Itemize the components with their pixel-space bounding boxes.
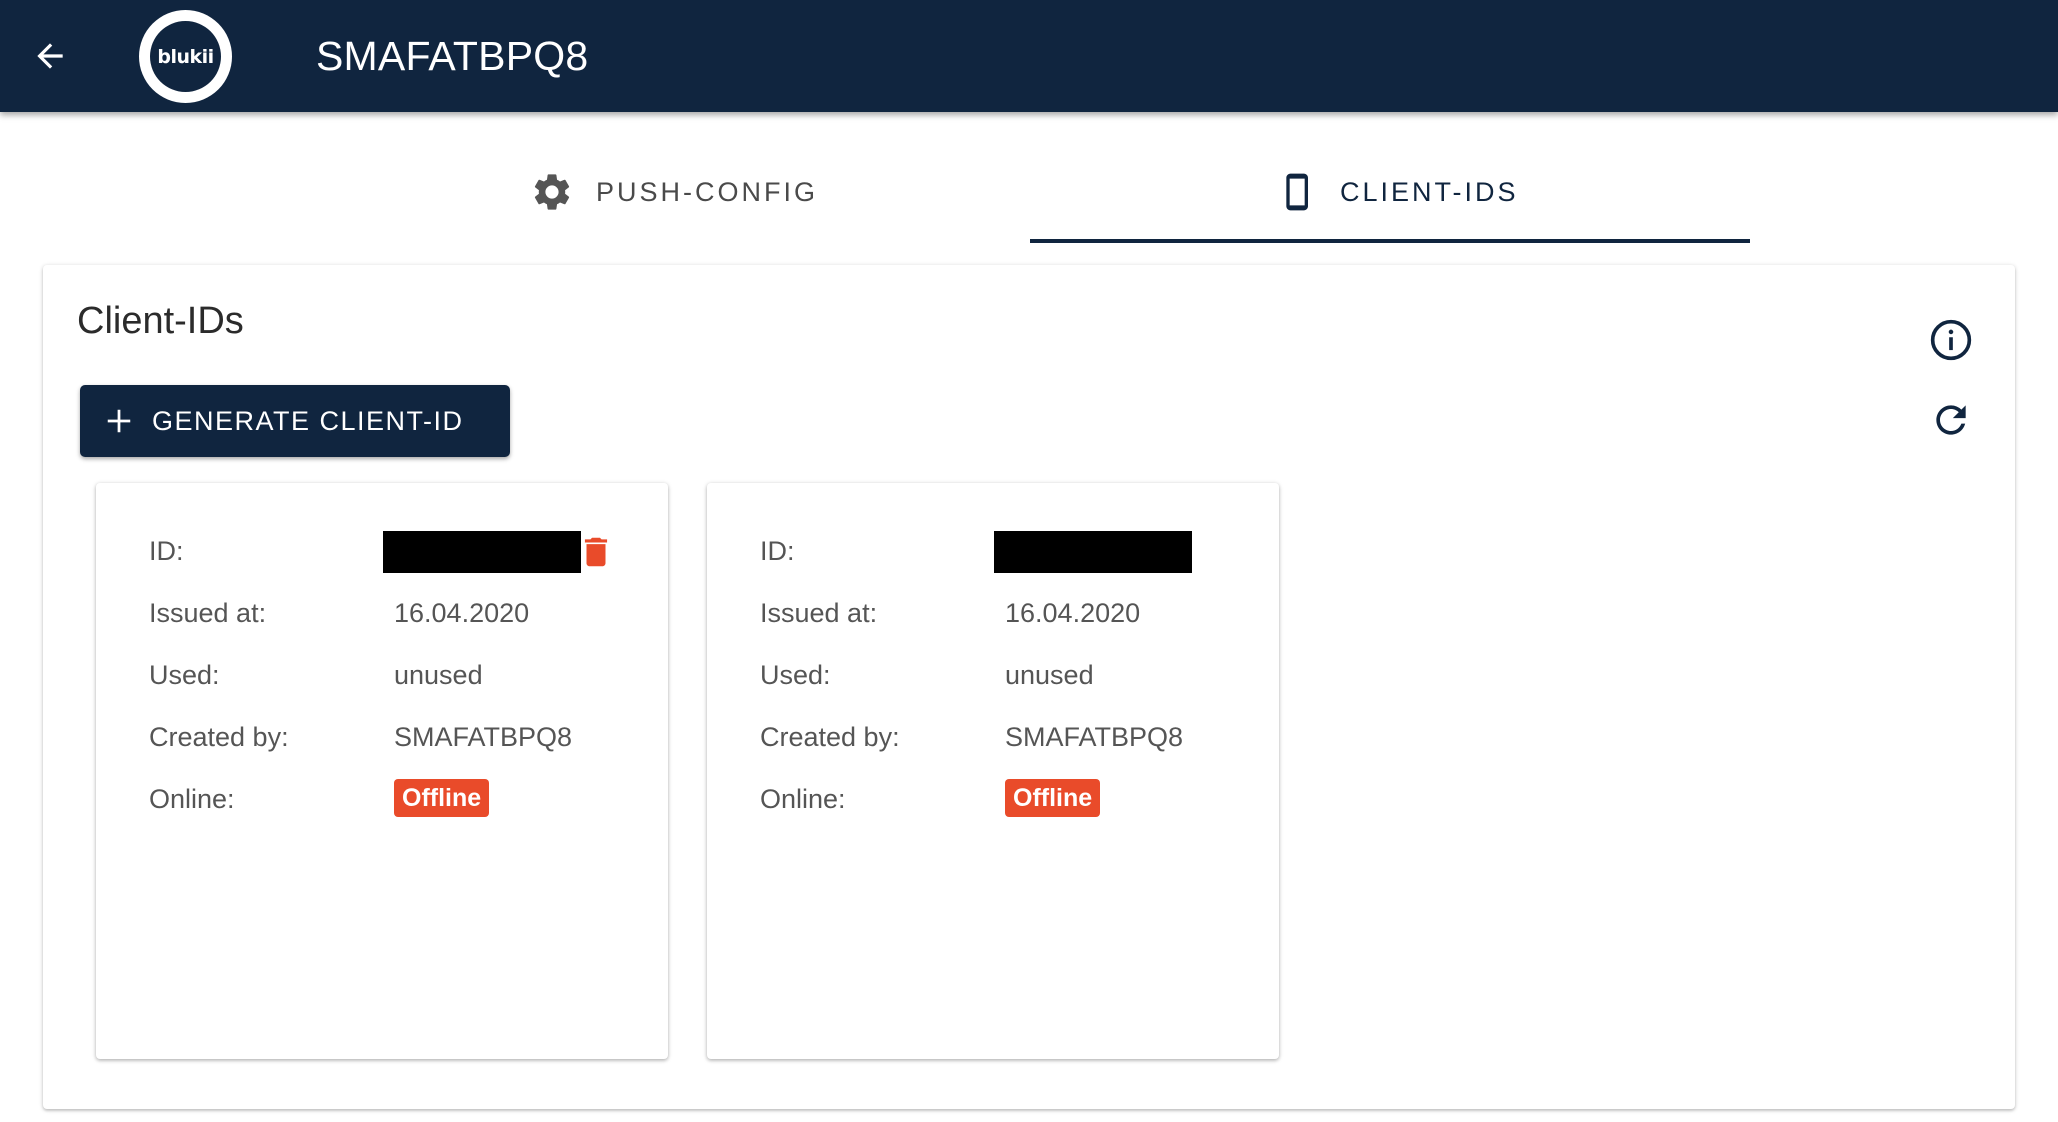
used-label: Used: — [760, 660, 831, 690]
active-tab-indicator — [1030, 239, 1750, 243]
used-label: Used: — [149, 660, 220, 690]
created-by-row: Created by: SMAFATBPQ8 — [760, 717, 1240, 757]
issued-at-label: Issued at: — [760, 598, 878, 628]
page-title: SMAFATBPQ8 — [316, 33, 589, 79]
refresh-icon — [1936, 405, 1966, 435]
used-row: Used: unused — [149, 655, 629, 695]
info-button[interactable] — [1921, 310, 1981, 370]
info-icon — [1930, 319, 1972, 361]
id-label: ID: — [760, 536, 795, 566]
online-label: Online: — [760, 784, 846, 814]
created-by-label: Created by: — [149, 722, 289, 752]
logo-text: blukii — [150, 21, 221, 92]
used-value: unused — [394, 660, 483, 690]
trash-icon — [584, 537, 608, 567]
status-badge: Offline — [394, 779, 490, 817]
online-label: Online: — [149, 784, 235, 814]
arrow-left-icon — [37, 43, 63, 69]
id-row: ID: — [149, 531, 629, 573]
back-button[interactable] — [22, 28, 78, 84]
created-by-row: Created by: SMAFATBPQ8 — [149, 717, 629, 757]
issued-at-value: 16.04.2020 — [394, 598, 530, 628]
blukii-logo: blukii — [139, 10, 232, 103]
phone-icon — [1286, 173, 1308, 211]
online-row: Online: Offline — [149, 779, 629, 819]
created-by-label: Created by: — [760, 722, 900, 752]
refresh-button[interactable] — [1921, 390, 1981, 450]
id-row: ID: — [760, 531, 1240, 573]
tab-client-ids[interactable]: CLIENT-IDS — [1278, 140, 1519, 244]
plus-icon — [107, 409, 131, 433]
tab-label: CLIENT-IDS — [1340, 176, 1519, 207]
redacted-client-id — [994, 531, 1192, 573]
issued-at-label: Issued at: — [149, 598, 267, 628]
online-row: Online: Offline — [760, 779, 1240, 819]
tab-push-config[interactable]: PUSH-CONFIG — [530, 140, 818, 244]
generate-button-label: GENERATE CLIENT-ID — [152, 405, 464, 436]
generate-client-id-button[interactable]: GENERATE CLIENT-ID — [80, 385, 510, 457]
tab-label: PUSH-CONFIG — [596, 176, 818, 207]
delete-button[interactable] — [574, 526, 618, 578]
issued-at-value: 16.04.2020 — [1005, 598, 1141, 628]
created-by-value: SMAFATBPQ8 — [1005, 722, 1184, 752]
redacted-client-id — [383, 531, 581, 573]
status-badge: Offline — [1005, 779, 1101, 817]
gear-icon — [534, 174, 570, 210]
client-ids-panel: Client-IDs GENERATE CLIENT-ID ID: Issued… — [43, 265, 2015, 1109]
issued-at-row: Issued at: 16.04.2020 — [760, 593, 1240, 633]
used-value: unused — [1005, 660, 1094, 690]
panel-title: Client-IDs — [77, 300, 244, 342]
issued-at-row: Issued at: 16.04.2020 — [149, 593, 629, 633]
client-id-card: ID: Issued at: 16.04.2020 Used: unused C… — [96, 483, 668, 1059]
app-bar: blukii SMAFATBPQ8 — [0, 0, 2058, 112]
id-label: ID: — [149, 536, 184, 566]
used-row: Used: unused — [760, 655, 1240, 695]
created-by-value: SMAFATBPQ8 — [394, 722, 573, 752]
client-id-card: ID: Issued at: 16.04.2020 Used: unused C… — [707, 483, 1279, 1059]
